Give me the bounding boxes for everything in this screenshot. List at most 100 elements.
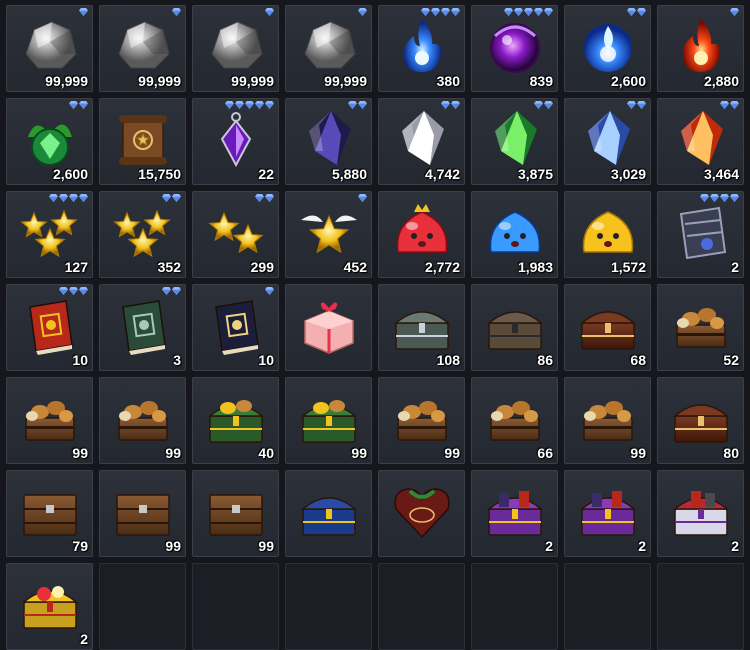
inventory-slot[interactable]: 108 xyxy=(378,284,465,371)
inventory-slot[interactable]: 10 xyxy=(6,284,93,371)
inventory-slot[interactable]: 99 xyxy=(99,470,186,557)
item-count: 40 xyxy=(258,445,274,461)
wooden-crate-icon xyxy=(202,479,270,541)
inventory-slot-empty[interactable] xyxy=(471,563,558,650)
silver-ore-icon xyxy=(109,14,177,76)
inventory-slot[interactable]: 3 xyxy=(99,284,186,371)
silver-ore-icon xyxy=(16,14,84,76)
green-crystal-icon xyxy=(481,107,549,169)
inventory-slot[interactable]: 99,999 xyxy=(99,5,186,92)
inventory-slot[interactable]: 66 xyxy=(471,377,558,464)
inventory-slot[interactable]: 52 xyxy=(657,284,744,371)
winged-star-icon xyxy=(295,200,363,262)
inventory-slot[interactable]: 99 xyxy=(99,377,186,464)
wooden-crate-icon xyxy=(16,479,84,541)
food-chest-icon xyxy=(109,386,177,448)
orange-crystal-icon xyxy=(667,107,735,169)
inventory-slot-empty[interactable] xyxy=(564,563,651,650)
item-count: 99 xyxy=(630,445,646,461)
food-chest-icon xyxy=(481,386,549,448)
yellow-slime-icon xyxy=(574,200,642,262)
item-count: 5,880 xyxy=(331,166,367,182)
item-count: 4,742 xyxy=(424,166,460,182)
inventory-slot[interactable]: 2 xyxy=(657,191,744,278)
inventory-slot[interactable]: 80 xyxy=(657,377,744,464)
blue-flame-icon xyxy=(388,14,456,76)
food-chest-icon xyxy=(388,386,456,448)
item-count: 99 xyxy=(258,538,274,554)
inventory-slot[interactable]: 380 xyxy=(378,5,465,92)
blue-slime-icon xyxy=(481,200,549,262)
inventory-slot[interactable]: 99 xyxy=(6,377,93,464)
item-count: 839 xyxy=(529,73,553,89)
inventory-slot[interactable]: 127 xyxy=(6,191,93,278)
green-treasure-chest-icon xyxy=(295,386,363,448)
item-count: 2 xyxy=(80,631,88,647)
inventory-slot[interactable]: 99,999 xyxy=(192,5,279,92)
inventory-slot-empty[interactable] xyxy=(99,563,186,650)
wooden-chest-icon xyxy=(667,386,735,448)
inventory-slot[interactable]: 2,600 xyxy=(6,98,93,185)
triple-star-icon xyxy=(16,200,84,262)
item-count: 108 xyxy=(436,352,460,368)
inventory-slot[interactable]: 299 xyxy=(192,191,279,278)
inventory-slot[interactable]: 40 xyxy=(192,377,279,464)
inventory-slot[interactable]: 99,999 xyxy=(6,5,93,92)
inventory-slot[interactable]: 99 xyxy=(192,470,279,557)
inventory-slot[interactable]: 99 xyxy=(285,377,372,464)
inventory-slot[interactable]: 99,999 xyxy=(285,5,372,92)
inventory-slot[interactable]: 99 xyxy=(564,377,651,464)
golden-treasure-chest-icon xyxy=(16,572,84,634)
item-count: 15,750 xyxy=(138,166,181,182)
item-count: 99 xyxy=(72,445,88,461)
inventory-slot[interactable] xyxy=(378,470,465,557)
inventory-slot[interactable]: 22 xyxy=(192,98,279,185)
inventory-slot-empty[interactable] xyxy=(657,563,744,650)
inventory-slot[interactable]: 1,983 xyxy=(471,191,558,278)
item-count: 99 xyxy=(444,445,460,461)
inventory-slot[interactable]: 2 xyxy=(657,470,744,557)
item-count: 2 xyxy=(731,538,739,554)
inventory-slot[interactable]: 10 xyxy=(192,284,279,371)
dark-crystal-icon xyxy=(295,107,363,169)
inventory-slot[interactable]: 352 xyxy=(99,191,186,278)
inventory-slot[interactable]: 2 xyxy=(564,470,651,557)
white-crystal-icon xyxy=(388,107,456,169)
red-book-icon xyxy=(16,293,84,355)
inventory-slot[interactable]: 3,464 xyxy=(657,98,744,185)
item-count: 80 xyxy=(723,445,739,461)
item-count: 1,983 xyxy=(517,259,553,275)
blue-gold-chest-icon xyxy=(295,479,363,541)
item-count: 2 xyxy=(545,538,553,554)
inventory-slot[interactable]: 4,742 xyxy=(378,98,465,185)
item-count: 99 xyxy=(351,445,367,461)
inventory-slot[interactable]: 15,750 xyxy=(99,98,186,185)
inventory-slot[interactable]: 5,880 xyxy=(285,98,372,185)
inventory-slot[interactable]: 79 xyxy=(6,470,93,557)
inventory-slot[interactable]: 2,880 xyxy=(657,5,744,92)
inventory-slot[interactable]: 2 xyxy=(6,563,93,650)
inventory-slot[interactable]: 2,772 xyxy=(378,191,465,278)
item-count: 22 xyxy=(258,166,274,182)
inventory-slot[interactable] xyxy=(285,284,372,371)
inventory-slot[interactable]: 2,600 xyxy=(564,5,651,92)
inventory-slot-empty[interactable] xyxy=(378,563,465,650)
red-gift-chest-icon xyxy=(667,479,735,541)
item-count: 3,464 xyxy=(703,166,739,182)
inventory-slot[interactable] xyxy=(285,470,372,557)
purple-gift-chest-icon xyxy=(574,479,642,541)
item-count: 99 xyxy=(165,538,181,554)
inventory-slot[interactable]: 839 xyxy=(471,5,558,92)
inventory-slot[interactable]: 99 xyxy=(378,377,465,464)
inventory-slot-empty[interactable] xyxy=(192,563,279,650)
inventory-slot[interactable]: 68 xyxy=(564,284,651,371)
inventory-slot[interactable]: 1,572 xyxy=(564,191,651,278)
item-count: 380 xyxy=(436,73,460,89)
inventory-slot-empty[interactable] xyxy=(285,563,372,650)
inventory-slot[interactable]: 2 xyxy=(471,470,558,557)
double-star-icon xyxy=(202,200,270,262)
inventory-slot[interactable]: 86 xyxy=(471,284,558,371)
inventory-slot[interactable]: 3,875 xyxy=(471,98,558,185)
inventory-slot[interactable]: 3,029 xyxy=(564,98,651,185)
inventory-slot[interactable]: 452 xyxy=(285,191,372,278)
